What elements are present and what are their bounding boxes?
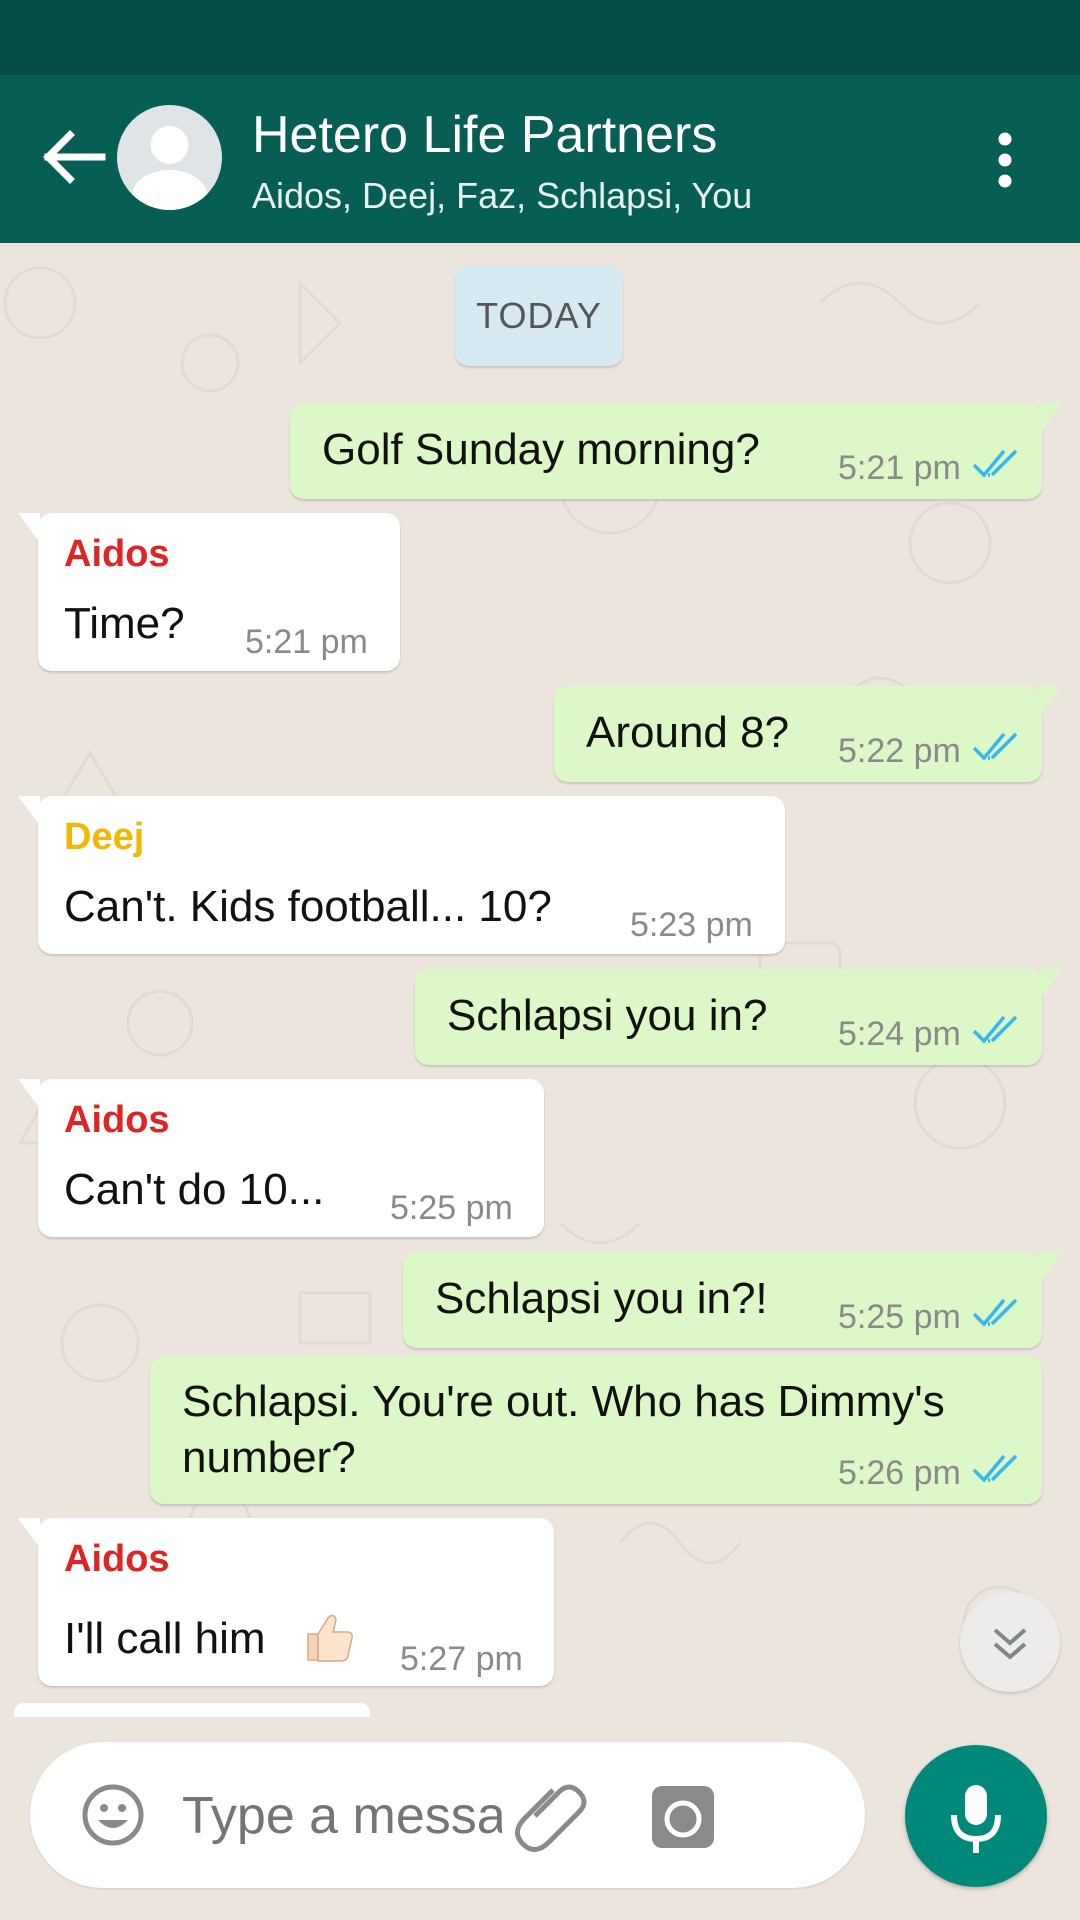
message-text: I'll call him <box>64 1614 266 1663</box>
bubble-tail <box>1040 403 1062 433</box>
date-chip: TODAY <box>455 266 623 366</box>
more-vert-icon[interactable] <box>990 130 1020 190</box>
message-time: 5:21 pm <box>838 449 961 487</box>
message-text: Schlapsi you in?! <box>435 1274 768 1323</box>
scroll-down-button[interactable] <box>960 1592 1060 1692</box>
message-time: 5:25 pm <box>838 1298 961 1336</box>
message-outgoing[interactable]: Schlapsi. You're out. Who has Dimmy's nu… <box>150 1356 1042 1504</box>
group-members[interactable]: Aidos, Deej, Faz, Schlapsi, You <box>252 175 752 217</box>
double-check-icon <box>972 732 1018 761</box>
message-time: 5:24 pm <box>838 1015 961 1053</box>
back-arrow-icon[interactable] <box>40 127 110 187</box>
message-time: 5:25 pm <box>390 1189 513 1227</box>
message-outgoing[interactable]: Schlapsi you in?! 5:25 pm <box>403 1252 1062 1348</box>
mic-button[interactable] <box>905 1745 1047 1887</box>
attach-icon[interactable] <box>515 1774 595 1854</box>
avatar-icon[interactable] <box>117 105 222 210</box>
message-text: Golf Sunday morning? <box>322 425 760 474</box>
status-bar <box>0 0 1080 75</box>
double-check-icon <box>972 449 1018 478</box>
message-text: Can't do 10... <box>64 1165 325 1214</box>
sender-name[interactable]: Aidos <box>64 1099 170 1142</box>
scroll-down-icon <box>993 1628 1027 1660</box>
message-incoming[interactable]: Aidos I'll call him 5:27 pm <box>18 1518 554 1686</box>
message-input[interactable] <box>180 1776 504 1856</box>
message-outgoing[interactable]: Schlapsi you in? 5:24 pm <box>415 969 1062 1065</box>
sender-name[interactable]: Aidos <box>64 533 170 576</box>
message-composer[interactable] <box>30 1742 865 1888</box>
message-time: 5:22 pm <box>838 732 961 770</box>
next-message-peek <box>14 1703 370 1717</box>
double-check-icon <box>972 1454 1018 1483</box>
message-incoming[interactable]: Aidos Time? 5:21 pm <box>18 513 400 671</box>
message-text: Can't. Kids football... 10? <box>64 882 552 931</box>
bubble-tail <box>1040 969 1062 999</box>
message-incoming[interactable]: Deej Can't. Kids football... 10? 5:23 pm <box>18 796 785 954</box>
camera-icon[interactable] <box>650 1784 716 1850</box>
double-check-icon <box>972 1298 1018 1327</box>
bubble-tail <box>18 1079 40 1109</box>
message-outgoing[interactable]: Golf Sunday morning? 5:21 pm <box>290 403 1062 499</box>
double-check-icon <box>972 1015 1018 1044</box>
message-list[interactable]: TODAY Golf Sunday morning? 5:21 pm Aidos… <box>0 243 1080 1733</box>
message-text: Schlapsi you in? <box>447 991 768 1040</box>
message-time: 5:26 pm <box>838 1454 961 1492</box>
emoji-icon[interactable] <box>80 1782 146 1848</box>
bubble-tail <box>18 796 40 826</box>
sender-name[interactable]: Deej <box>64 816 144 859</box>
chat-header: Hetero Life Partners Aidos, Deej, Faz, S… <box>0 75 1080 243</box>
group-title[interactable]: Hetero Life Partners <box>252 105 717 165</box>
bubble-tail <box>18 1518 40 1548</box>
message-incoming[interactable]: Aidos Can't do 10... 5:25 pm <box>18 1079 544 1237</box>
message-outgoing[interactable]: Around 8? 5:22 pm <box>554 686 1062 782</box>
thumbs-up-icon <box>307 1614 353 1662</box>
message-time: 5:23 pm <box>630 906 753 944</box>
bubble-tail <box>1040 686 1062 716</box>
message-text: Time? <box>64 599 185 648</box>
sender-name[interactable]: Aidos <box>64 1538 170 1581</box>
bubble-tail <box>1040 1252 1062 1282</box>
mic-icon <box>951 1785 1001 1853</box>
bubble-tail <box>18 513 40 543</box>
message-text: Around 8? <box>586 708 790 757</box>
message-time: 5:21 pm <box>245 623 368 661</box>
message-time: 5:27 pm <box>400 1640 523 1678</box>
